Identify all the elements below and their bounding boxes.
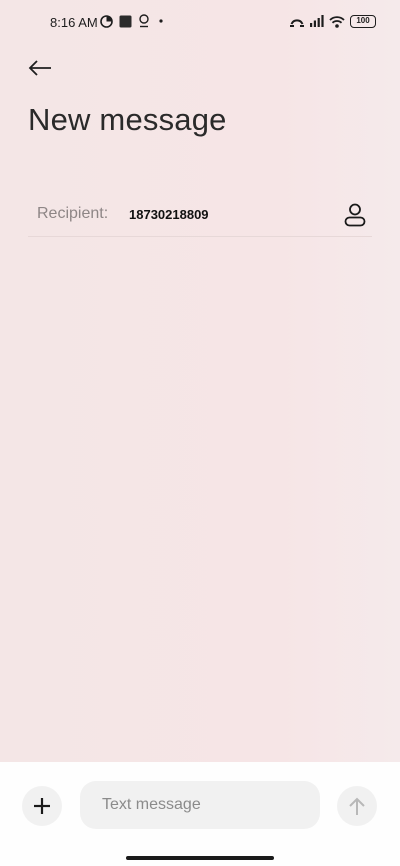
page-title: New message (28, 102, 227, 137)
status-bar: 8:16 AM 100 (0, 0, 400, 44)
send-button[interactable] (337, 786, 377, 826)
signal-icon (310, 15, 324, 27)
hotspot-icon (290, 19, 304, 27)
new-message-screen: 8:16 AM 100 New message Recipient: 18730… (0, 0, 400, 866)
home-indicator[interactable] (126, 856, 274, 860)
wifi-icon (329, 15, 345, 28)
battery-level: 100 (356, 16, 370, 25)
message-input[interactable] (80, 781, 320, 829)
status-right-icons: 100 (289, 14, 376, 28)
compose-bar (0, 762, 400, 866)
send-arrow-up-icon (349, 797, 365, 815)
status-left-icons (100, 14, 166, 28)
recipient-row[interactable]: Recipient: 18730218809 (28, 196, 372, 237)
square-notification-icon (119, 15, 132, 27)
recipient-input[interactable]: 18730218809 (129, 207, 209, 222)
back-arrow-icon (28, 60, 51, 76)
more-dot-icon (159, 19, 163, 23)
plus-icon (34, 798, 50, 814)
add-attachment-button[interactable] (22, 786, 62, 826)
recipient-label: Recipient: (37, 205, 109, 222)
back-button[interactable] (24, 52, 56, 84)
battery-icon: 100 (350, 14, 376, 28)
location-icon (139, 14, 149, 28)
contact-picker-button[interactable] (340, 200, 370, 230)
status-time: 8:16 AM (50, 15, 98, 30)
app-notification-icon (100, 14, 113, 28)
person-icon (344, 203, 366, 227)
